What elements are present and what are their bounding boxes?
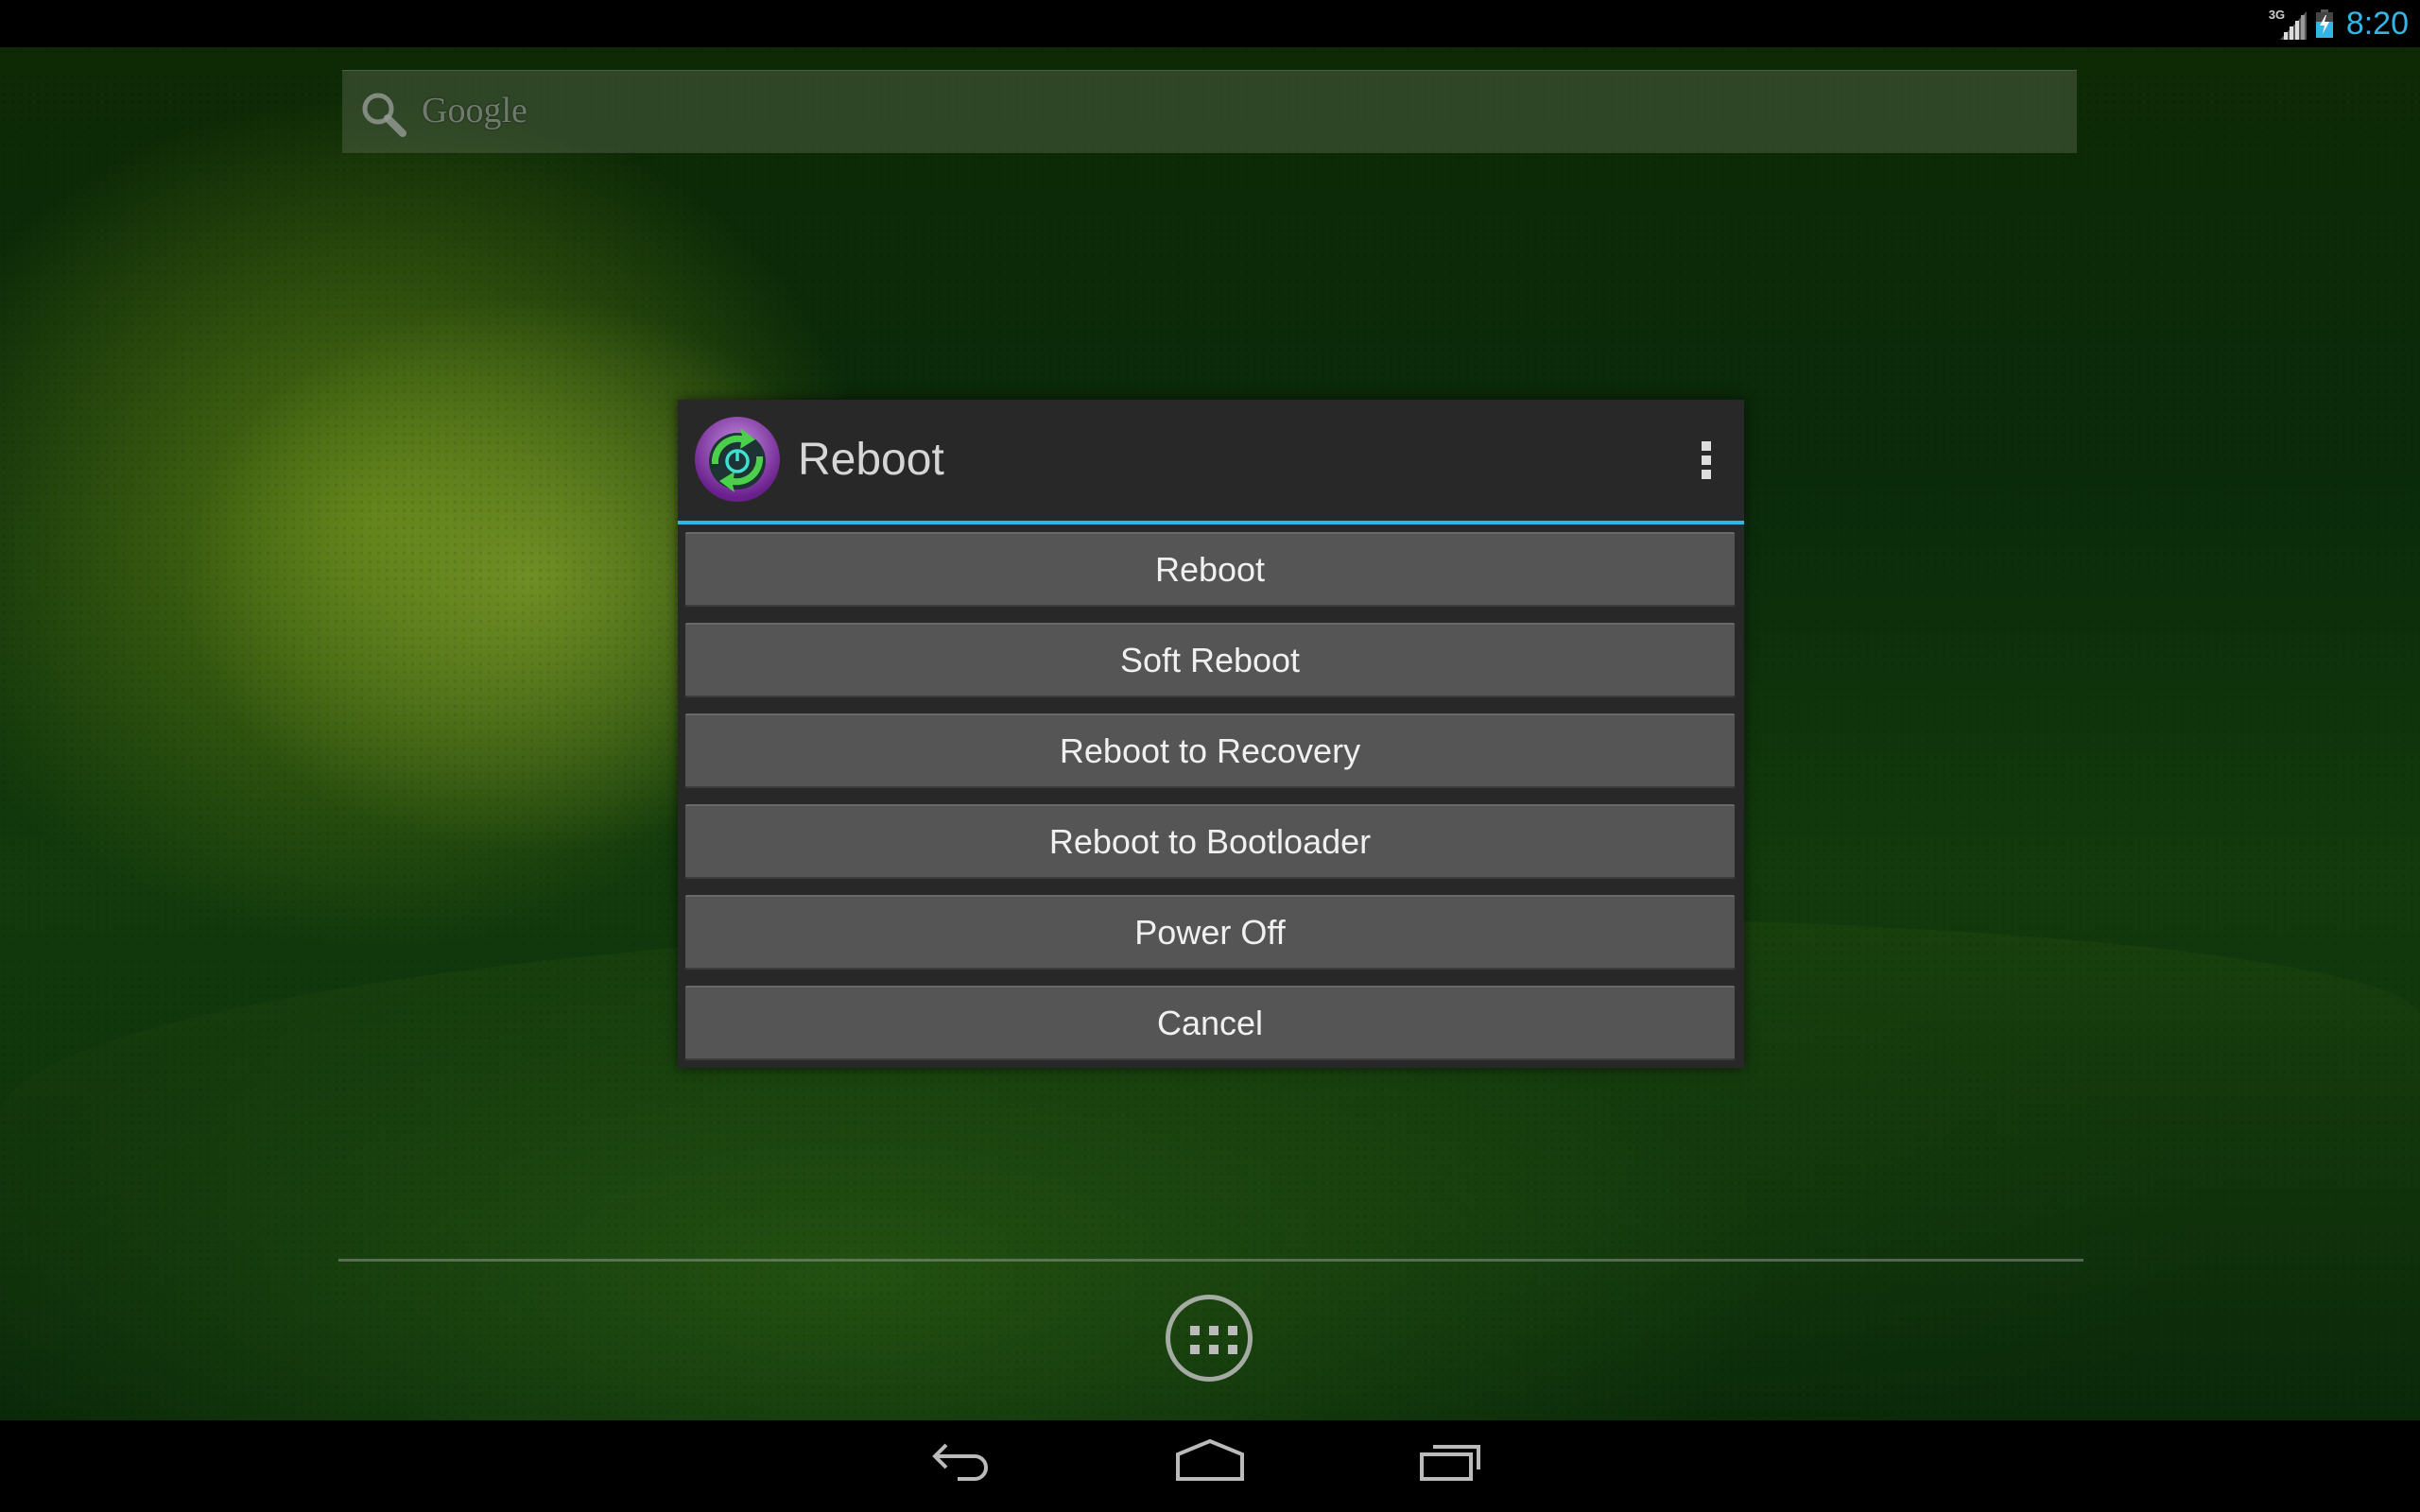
dock-divider bbox=[338, 1259, 2083, 1262]
status-bar: 3G 8:20 bbox=[0, 0, 2420, 47]
reboot-app-icon bbox=[693, 415, 782, 504]
cancel-button[interactable]: Cancel bbox=[685, 986, 1735, 1060]
navigation-bar bbox=[0, 1420, 2420, 1512]
reboot-to-bootloader-button[interactable]: Reboot to Bootloader bbox=[685, 804, 1735, 879]
dialog-header: Reboot bbox=[678, 400, 1744, 521]
app-drawer-icon[interactable] bbox=[1166, 1295, 1253, 1382]
search-icon bbox=[359, 90, 408, 144]
power-off-button[interactable]: Power Off bbox=[685, 895, 1735, 970]
home-icon[interactable] bbox=[1174, 1438, 1246, 1491]
app-drawer-grid bbox=[1190, 1326, 1237, 1354]
battery-charging-icon bbox=[2315, 9, 2333, 38]
header-divider bbox=[678, 521, 1744, 524]
search-placeholder: Google bbox=[422, 91, 527, 130]
recents-icon[interactable] bbox=[1418, 1439, 1484, 1491]
soft-reboot-button[interactable]: Soft Reboot bbox=[685, 623, 1735, 697]
reboot-to-recovery-button[interactable]: Reboot to Recovery bbox=[685, 713, 1735, 788]
signal-icon: 3G bbox=[2269, 8, 2307, 40]
google-search-bar[interactable]: Google bbox=[342, 70, 2077, 153]
back-icon[interactable] bbox=[931, 1439, 992, 1491]
dialog-title: Reboot bbox=[798, 435, 944, 485]
reboot-dialog: Reboot Reboot Soft Reboot Reboot to Reco… bbox=[678, 400, 1744, 1068]
overflow-menu-icon[interactable] bbox=[1697, 441, 1716, 483]
status-clock: 8:20 bbox=[2345, 6, 2409, 42]
reboot-button[interactable]: Reboot bbox=[685, 532, 1735, 607]
dialog-button-list: Reboot Soft Reboot Reboot to Recovery Re… bbox=[685, 532, 1735, 1076]
status-icons: 3G 8:20 bbox=[2269, 0, 2409, 47]
